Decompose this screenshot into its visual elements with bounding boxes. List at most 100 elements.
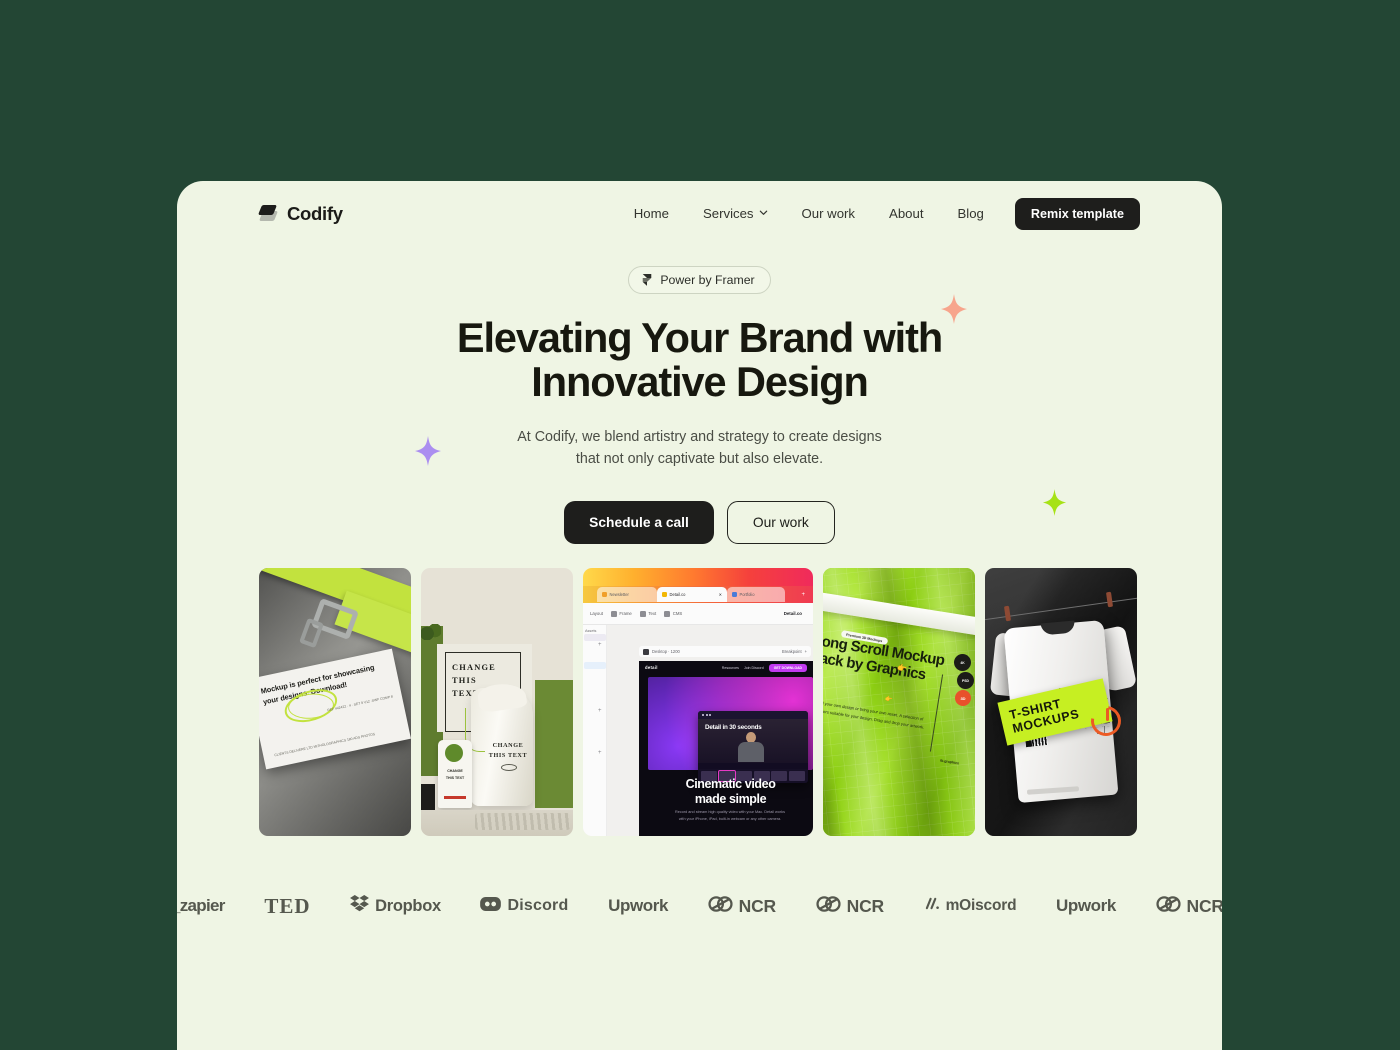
tag-text: CHANGE THIS TEXT — [445, 769, 465, 780]
gallery-card-green-fabric[interactable]: Premium 3D Mockups Long Scroll Mockup Pa… — [823, 568, 975, 836]
chevron-down-icon — [759, 208, 768, 217]
schedule-a-call-button[interactable]: Schedule a call — [564, 501, 714, 545]
toolbar-text[interactable]: Text — [639, 610, 657, 617]
preview-paragraph: Record and stream high quality video wit… — [675, 810, 785, 821]
nav-link-about-label: About — [889, 206, 924, 221]
nav-link-about[interactable]: About — [872, 200, 940, 227]
toolbar-cms[interactable]: CMS — [664, 610, 682, 617]
logo-ncr-2-label: NCR — [846, 895, 885, 916]
browser-tab-detail[interactable]: Detail.co ✕ — [657, 587, 727, 602]
logo-ted: TED — [264, 894, 310, 919]
gallery-card-framer-editor[interactable]: Newsletter Detail.co ✕ Portfolio + Layou… — [583, 568, 813, 836]
main-nav: Home Services Our work About Blog Remix … — [617, 197, 1140, 230]
close-icon[interactable]: ✕ — [719, 592, 722, 597]
slash-icon — [924, 897, 940, 915]
badge-psd: PSD — [957, 672, 974, 689]
frame-icon — [610, 610, 617, 617]
nav-link-home[interactable]: Home — [617, 200, 686, 227]
layers-icon — [257, 204, 279, 223]
new-tab-icon[interactable]: + — [801, 592, 805, 598]
logo-zapier: _zapier — [177, 896, 225, 916]
logo-dropbox: Dropbox — [350, 895, 441, 917]
video-title: Detail in 30 seconds — [705, 724, 762, 731]
gradient-bar — [583, 568, 813, 586]
gallery-card-business-card[interactable]: Mockup is perfect for showcasing your de… — [259, 568, 411, 836]
gallery-card-tshirt[interactable]: T-SHIRT MOCKUPS — [985, 568, 1137, 836]
sidebar-item[interactable] — [584, 634, 606, 641]
tag-logo-icon — [445, 744, 463, 762]
add-layer-icon-2[interactable]: + — [598, 708, 602, 714]
nav-link-blog[interactable]: Blog — [941, 200, 1001, 227]
add-breakpoint-icon[interactable]: + — [805, 649, 807, 654]
nav-link-home-label: Home — [633, 206, 669, 221]
headline-line-2: Innovative Design — [531, 357, 869, 405]
logo-ted-label: TED — [264, 893, 311, 918]
breakpoint-label: Desktop · 1200 — [652, 649, 680, 654]
powered-by-framer-badge[interactable]: Power by Framer — [628, 266, 771, 294]
site-preview: detail Resources Join Discord GET DOWNLO… — [639, 661, 813, 836]
pointing-hand-icon-2: 👉 — [884, 696, 893, 704]
brand-name: Codify — [287, 202, 343, 224]
project-name: Detail.co — [783, 611, 802, 616]
dropbox-icon — [350, 895, 370, 917]
logo-discord: Discord — [480, 896, 568, 917]
browser-tab-newsletter[interactable]: Newsletter — [597, 587, 657, 602]
badge-3d: 3D — [955, 690, 971, 706]
breakpoint-bar[interactable]: Desktop · 1200 Breakpoint + — [639, 646, 811, 657]
video-frame: Detail in 30 seconds — [698, 719, 808, 763]
nav-link-our-work-label: Our work — [801, 206, 856, 221]
person-avatar — [738, 732, 764, 762]
add-layer-icon[interactable]: + — [598, 642, 602, 648]
logo-upwork-2-label: Upwork — [1055, 896, 1116, 915]
logo-upwork-2: Upwork — [1056, 896, 1116, 916]
ncr-icon-2 — [816, 894, 841, 919]
text-icon — [639, 610, 646, 617]
sidebar-label-assets: Assets — [585, 629, 597, 633]
green-panel-right — [535, 680, 573, 808]
toolbar-layout[interactable]: Layout — [590, 611, 603, 616]
add-layer-icon-3[interactable]: + — [598, 750, 602, 756]
sparkle-purple-icon — [414, 436, 442, 466]
preview-link-resources[interactable]: Resources — [722, 666, 739, 670]
remix-template-button[interactable]: Remix template — [1014, 197, 1140, 230]
business-card-fine-right: REF 442422 · 4 · SET 9 V12 ·SWF COMP 8 — [327, 694, 394, 713]
browser-tab-newsletter-label: Newsletter — [609, 592, 629, 597]
video-player-topbar — [698, 711, 808, 719]
preview-link-discord[interactable]: Join Discord — [744, 666, 764, 670]
nav-link-services-label: Services — [702, 206, 754, 221]
scattered-papers — [475, 813, 570, 830]
client-logo-strip: _zapier TED Dropbox — [177, 881, 1222, 931]
preview-download-button[interactable]: GET DOWNLOAD — [768, 663, 807, 672]
our-work-button[interactable]: Our work — [726, 501, 835, 545]
browser-tab-portfolio[interactable]: Portfolio — [727, 587, 785, 602]
toolbar-frame-label: Frame — [619, 611, 632, 616]
preview-headline: Cinematic video made simple — [648, 777, 813, 806]
badge-4k: 4K — [954, 654, 971, 671]
nav-link-our-work[interactable]: Our work — [785, 200, 873, 227]
bag-text: CHANGE THIS TEXT — [488, 742, 528, 759]
logo-moiscord: mOiscord — [924, 897, 1017, 915]
gallery-card-tote-bag[interactable]: CHANGE THIS TEXT CHANGE THIS TEXT CHANGE… — [421, 568, 573, 836]
tab-favicon-icon — [732, 592, 737, 597]
sidebar-item-selected[interactable] — [584, 662, 606, 669]
logo-ncr-3-label: NCR — [1186, 895, 1222, 916]
toolbar-frame[interactable]: Frame — [610, 610, 632, 617]
badge-label: Power by Framer — [660, 273, 755, 287]
breakpoint-right-label: Breakpoint — [782, 649, 802, 654]
subtitle-line-1: At Codify, we blend artistry and strateg… — [517, 428, 882, 445]
preview-nav: detail Resources Join Discord GET DOWNLO… — [639, 661, 813, 674]
nav-link-blog-label: Blog — [957, 206, 984, 221]
window-dots-icon — [702, 714, 712, 716]
cms-icon — [664, 610, 671, 617]
logo-dropbox-label: Dropbox — [375, 896, 441, 915]
nav-link-services[interactable]: Services — [686, 200, 785, 227]
editor-sidebar — [583, 625, 607, 836]
page-title: Elevating Your Brand with Innovative Des… — [177, 316, 1222, 404]
headline-line-1: Elevating Your Brand with — [456, 314, 943, 361]
tab-favicon-icon — [662, 592, 667, 597]
brand-logo-link[interactable]: Codify — [257, 202, 343, 225]
orange-bar-mark — [1105, 708, 1109, 721]
toolbar-text-label: Text — [648, 611, 657, 616]
tag-red-bar — [444, 796, 466, 799]
framer-icon — [641, 273, 653, 287]
